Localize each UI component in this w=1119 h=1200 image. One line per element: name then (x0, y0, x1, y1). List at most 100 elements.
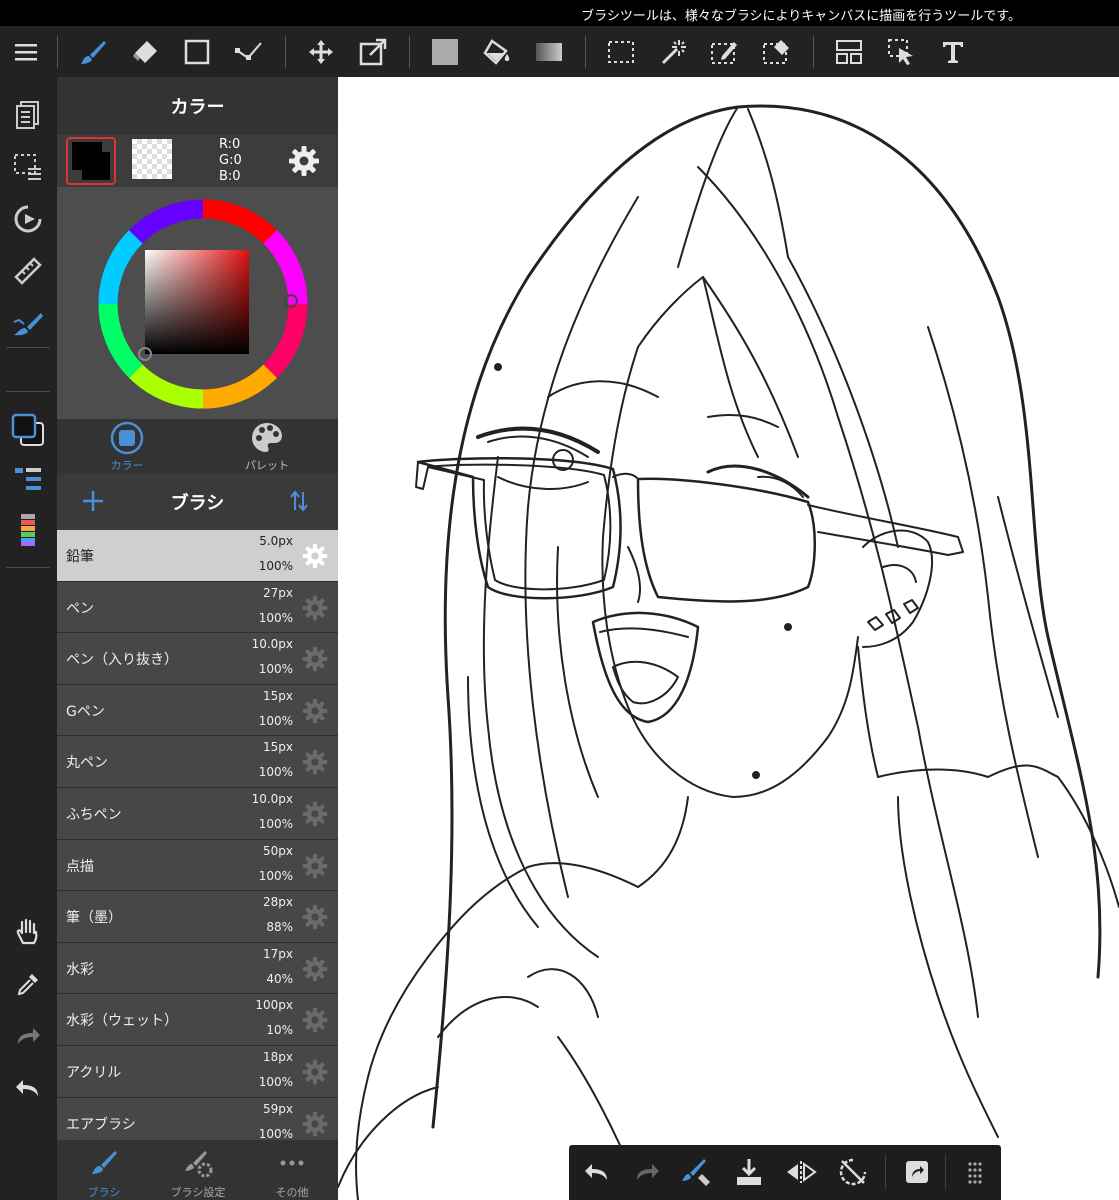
select-eraser-icon[interactable] (755, 26, 799, 77)
tab-brush-label: ブラシ (87, 1186, 121, 1199)
quick-redo-icon[interactable] (625, 1150, 669, 1194)
magic-wand-icon[interactable] (651, 26, 695, 77)
brush-row[interactable]: ペン 27px 100% (57, 581, 338, 634)
brush-row[interactable]: 筆（墨） 28px 88% (57, 891, 338, 943)
layout-icon[interactable] (827, 26, 871, 77)
quick-brush-eraser-icon[interactable] (675, 1150, 719, 1194)
brush-name: エアブラシ (66, 1116, 136, 1133)
rotate-icon[interactable] (5, 196, 51, 242)
brush-size: 100px (255, 998, 293, 1013)
brush-size: 5.0px (259, 534, 293, 548)
tab-palette[interactable]: パレット (197, 419, 337, 473)
bucket-icon[interactable] (475, 26, 519, 77)
brush-row[interactable]: アクリル 18px 100% (57, 1045, 338, 1098)
ruler-icon[interactable] (5, 248, 51, 294)
transform-icon[interactable] (351, 26, 395, 77)
brush-settings-gear-icon[interactable] (302, 801, 328, 827)
rect-shape-icon[interactable] (175, 26, 219, 77)
brush-row[interactable]: 水彩 17px 40% (57, 942, 338, 995)
brush-settings-gear-icon[interactable] (302, 956, 328, 982)
tab-other-label: その他 (275, 1186, 309, 1199)
brush-size: 10.0px (251, 791, 293, 806)
brush-opacity: 100% (258, 816, 293, 831)
brush-name: 丸ペン (66, 755, 108, 772)
brush-settings-gear-icon[interactable] (302, 904, 328, 930)
select-move-icon[interactable] (879, 26, 923, 77)
layers-icon[interactable] (5, 92, 51, 138)
brush-name: Gペン (66, 703, 105, 720)
quick-undo-icon[interactable] (575, 1150, 619, 1194)
rgb-readout: R:0 G:0 B:0 (219, 137, 242, 185)
brush-tab-icon (92, 1151, 117, 1174)
gradient-icon[interactable] (527, 26, 571, 77)
quick-share-icon[interactable] (895, 1150, 939, 1194)
eraser-tool-icon[interactable] (123, 26, 167, 77)
brush-settings-gear-icon[interactable] (302, 1059, 328, 1085)
quick-action-bar (569, 1145, 1001, 1200)
brush-opacity: 10% (266, 1023, 293, 1038)
brush-row[interactable]: ふちペン 10.0px 100% (57, 787, 338, 840)
brush-row[interactable]: Gペン 15px 100% (57, 684, 338, 737)
brush-settings-gear-icon[interactable] (302, 853, 328, 879)
drawing-canvas[interactable] (338, 77, 1119, 1200)
brush-size: 50px (263, 843, 293, 858)
brush-opacity: 100% (258, 1074, 293, 1089)
hand-icon[interactable] (5, 909, 51, 955)
brush-settings-gear-icon[interactable] (302, 1111, 328, 1137)
brush-row[interactable]: 鉛筆 5.0px 100% (57, 530, 338, 582)
brush-size: 10.0px (251, 637, 293, 652)
text-icon[interactable] (931, 26, 975, 77)
tab-brush-settings[interactable]: ブラシ設定 (151, 1140, 245, 1200)
background-color-swatch[interactable] (132, 139, 172, 179)
eyedropper-icon[interactable] (5, 961, 51, 1007)
quick-rotate-reset-icon[interactable] (831, 1150, 875, 1194)
brush-settings-gear-icon[interactable] (302, 595, 328, 621)
brush-tool-icon[interactable] (71, 26, 115, 77)
brush-settings-gear-icon[interactable] (302, 543, 328, 569)
color-wheel[interactable] (57, 187, 338, 419)
brush-size: 15px (263, 688, 293, 703)
tab-brush[interactable]: ブラシ (57, 1140, 151, 1200)
quick-bar-handle-icon[interactable] (953, 1150, 997, 1194)
brush-row[interactable]: 丸ペン 15px 100% (57, 736, 338, 788)
foreground-color-swatch[interactable] (66, 137, 116, 185)
brush-row[interactable]: 点描 50px 100% (57, 839, 338, 892)
tab-other[interactable]: その他 (245, 1140, 339, 1200)
line-art-illustration (338, 104, 1119, 1200)
rgb-g: G:0 (219, 153, 242, 168)
color-wheel-area (57, 187, 338, 419)
brush-row[interactable]: 水彩（ウェット） 100px 10% (57, 994, 338, 1046)
sort-brush-icon[interactable] (289, 489, 309, 513)
brush-settings-gear-icon[interactable] (302, 1007, 328, 1033)
brush-settings-gear-icon[interactable] (302, 749, 328, 775)
brush-list: 鉛筆 5.0px 100% ペン 27px 100% ペン（入り抜き） 10.0px 100% G… (57, 530, 338, 1150)
brush-row[interactable]: ペン（入り抜き） 10.0px 100% (57, 633, 338, 685)
quick-flip-icon[interactable] (779, 1150, 823, 1194)
color-settings-gear-icon[interactable] (288, 145, 320, 181)
color-swatch-icon[interactable] (5, 407, 51, 453)
undo-icon[interactable] (5, 1065, 51, 1111)
select-rect-icon[interactable] (599, 26, 643, 77)
brush-name: ふちペン (66, 806, 122, 823)
gradient-bar-icon[interactable] (5, 507, 51, 553)
brush-list-icon[interactable] (5, 457, 51, 503)
move-icon[interactable] (299, 26, 343, 77)
brush-settings-gear-icon[interactable] (302, 646, 328, 672)
brush-size: 28px (263, 895, 293, 910)
brush-settings-gear-icon[interactable] (302, 698, 328, 724)
quick-import-icon[interactable] (727, 1150, 771, 1194)
redo-icon[interactable] (5, 1013, 51, 1059)
tab-palette-label: パレット (245, 459, 289, 472)
top-toolbar (0, 26, 1119, 77)
brush-settings-icon (185, 1151, 213, 1178)
brush-name: 点描 (66, 858, 94, 875)
brush-pen-icon[interactable] (5, 300, 51, 346)
more-icon (280, 1160, 304, 1166)
tool-tooltip: ブラシツールは、様々なブラシによりキャンバスに描画を行うツールです。 (581, 9, 1021, 24)
vector-tool-icon[interactable] (227, 26, 271, 77)
selection-menu-icon[interactable] (5, 144, 51, 190)
menu-icon[interactable] (4, 26, 48, 77)
select-pen-icon[interactable] (703, 26, 747, 77)
fill-color-icon[interactable] (423, 26, 467, 77)
tab-color[interactable]: カラー (57, 419, 197, 473)
